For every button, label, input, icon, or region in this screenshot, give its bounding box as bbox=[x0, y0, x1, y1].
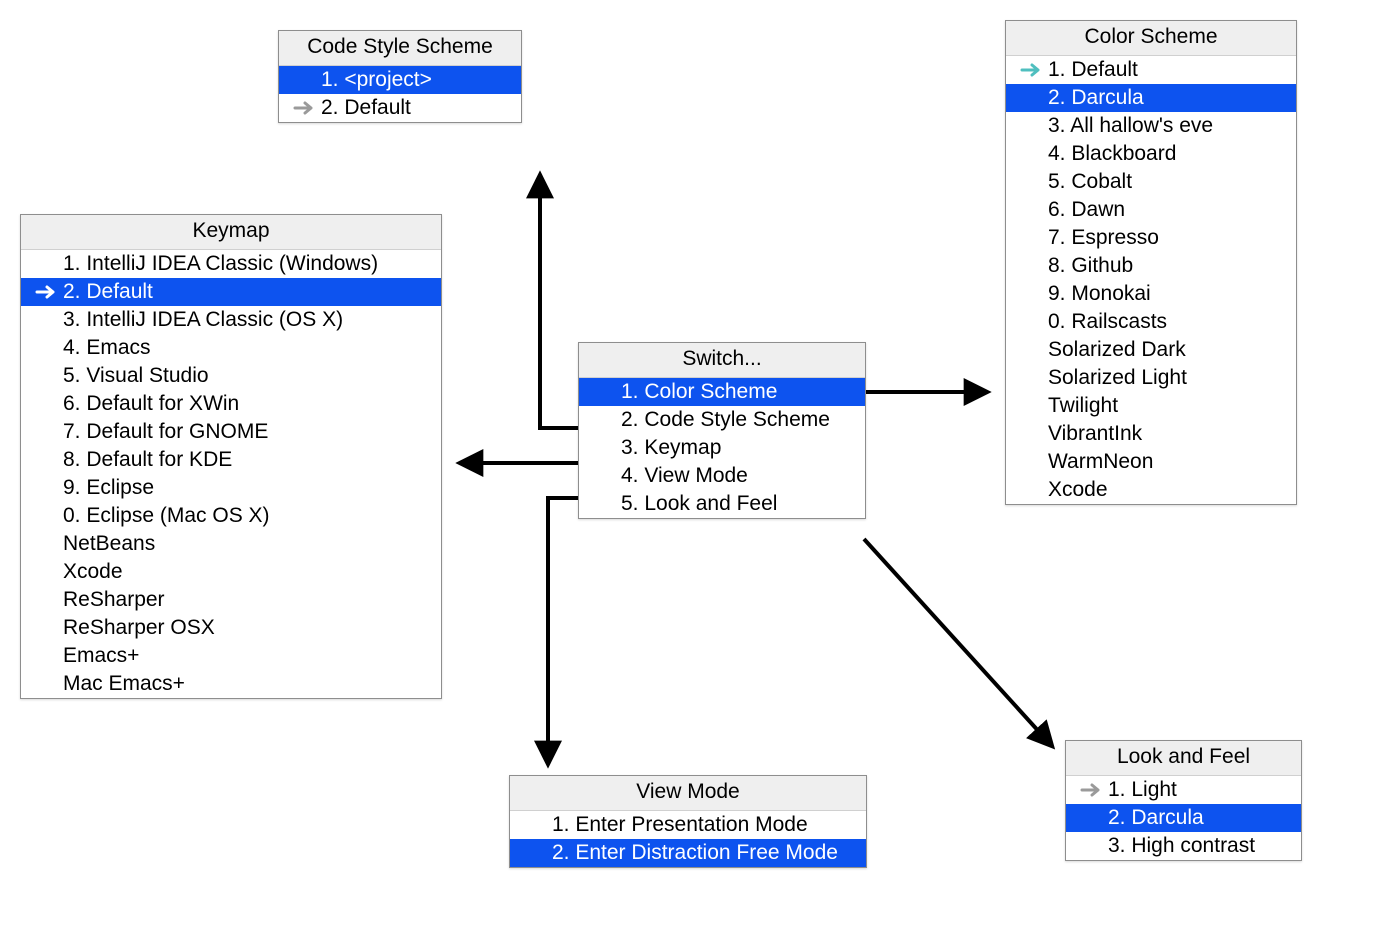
code-style-title: Code Style Scheme bbox=[279, 31, 521, 66]
keymap-item-emacs[interactable]: 4. Emacs bbox=[21, 334, 441, 362]
keymap-item-resharper-osx[interactable]: ReSharper OSX bbox=[21, 614, 441, 642]
code-style-item-default[interactable]: 2. Default bbox=[279, 94, 521, 122]
color-scheme-popup: Color Scheme 1. Default 2. Darcula 3. Al… bbox=[1005, 20, 1297, 505]
keymap-item-intellij-win[interactable]: 1. IntelliJ IDEA Classic (Windows) bbox=[21, 250, 441, 278]
switch-item-color-scheme[interactable]: 1. Color Scheme bbox=[579, 378, 865, 406]
look-item-light[interactable]: 1. Light bbox=[1066, 776, 1301, 804]
current-arrow-icon bbox=[1014, 62, 1048, 78]
color-item-xcode[interactable]: Xcode bbox=[1006, 476, 1296, 504]
keymap-item-default[interactable]: 2. Default bbox=[21, 278, 441, 306]
keymap-item-eclipse-mac[interactable]: 0. Eclipse (Mac OS X) bbox=[21, 502, 441, 530]
keymap-item-xcode[interactable]: Xcode bbox=[21, 558, 441, 586]
view-item-presentation[interactable]: 1. Enter Presentation Mode bbox=[510, 811, 866, 839]
switch-item-view-mode[interactable]: 4. View Mode bbox=[579, 462, 865, 490]
switch-item-look-and-feel[interactable]: 5. Look and Feel bbox=[579, 490, 865, 518]
color-item-solarized-dark[interactable]: Solarized Dark bbox=[1006, 336, 1296, 364]
keymap-title: Keymap bbox=[21, 215, 441, 250]
keymap-item-mac-emacs-plus[interactable]: Mac Emacs+ bbox=[21, 670, 441, 698]
code-style-popup: Code Style Scheme 1. <project> 2. Defaul… bbox=[278, 30, 522, 123]
color-item-dawn[interactable]: 6. Dawn bbox=[1006, 196, 1296, 224]
color-item-cobalt[interactable]: 5. Cobalt bbox=[1006, 168, 1296, 196]
current-arrow-icon bbox=[1074, 782, 1108, 798]
code-style-item-project[interactable]: 1. <project> bbox=[279, 66, 521, 94]
color-item-blackboard[interactable]: 4. Blackboard bbox=[1006, 140, 1296, 168]
switch-item-code-style[interactable]: 2. Code Style Scheme bbox=[579, 406, 865, 434]
keymap-item-kde[interactable]: 8. Default for KDE bbox=[21, 446, 441, 474]
color-item-warmneon[interactable]: WarmNeon bbox=[1006, 448, 1296, 476]
keymap-item-xwin[interactable]: 6. Default for XWin bbox=[21, 390, 441, 418]
look-item-darcula[interactable]: 2. Darcula bbox=[1066, 804, 1301, 832]
color-item-solarized-light[interactable]: Solarized Light bbox=[1006, 364, 1296, 392]
color-item-github[interactable]: 8. Github bbox=[1006, 252, 1296, 280]
switch-popup: Switch... 1. Color Scheme 2. Code Style … bbox=[578, 342, 866, 519]
color-item-monokai[interactable]: 9. Monokai bbox=[1006, 280, 1296, 308]
switch-item-keymap[interactable]: 3. Keymap bbox=[579, 434, 865, 462]
look-item-high-contrast[interactable]: 3. High contrast bbox=[1066, 832, 1301, 860]
color-item-all-hallows[interactable]: 3. All hallow's eve bbox=[1006, 112, 1296, 140]
color-scheme-title: Color Scheme bbox=[1006, 21, 1296, 56]
color-item-darcula[interactable]: 2. Darcula bbox=[1006, 84, 1296, 112]
current-arrow-icon bbox=[29, 284, 63, 300]
view-item-distraction-free[interactable]: 2. Enter Distraction Free Mode bbox=[510, 839, 866, 867]
keymap-item-gnome[interactable]: 7. Default for GNOME bbox=[21, 418, 441, 446]
look-and-feel-popup: Look and Feel 1. Light 2. Darcula 3. Hig… bbox=[1065, 740, 1302, 861]
look-feel-title: Look and Feel bbox=[1066, 741, 1301, 776]
keymap-item-emacs-plus[interactable]: Emacs+ bbox=[21, 642, 441, 670]
keymap-popup: Keymap 1. IntelliJ IDEA Classic (Windows… bbox=[20, 214, 442, 699]
color-item-default[interactable]: 1. Default bbox=[1006, 56, 1296, 84]
keymap-item-intellij-osx[interactable]: 3. IntelliJ IDEA Classic (OS X) bbox=[21, 306, 441, 334]
color-item-railscasts[interactable]: 0. Railscasts bbox=[1006, 308, 1296, 336]
view-mode-title: View Mode bbox=[510, 776, 866, 811]
view-mode-popup: View Mode 1. Enter Presentation Mode 2. … bbox=[509, 775, 867, 868]
color-item-vibrantink[interactable]: VibrantInk bbox=[1006, 420, 1296, 448]
keymap-item-eclipse[interactable]: 9. Eclipse bbox=[21, 474, 441, 502]
keymap-item-netbeans[interactable]: NetBeans bbox=[21, 530, 441, 558]
current-arrow-icon bbox=[287, 100, 321, 116]
color-item-espresso[interactable]: 7. Espresso bbox=[1006, 224, 1296, 252]
color-item-twilight[interactable]: Twilight bbox=[1006, 392, 1296, 420]
keymap-item-visual-studio[interactable]: 5. Visual Studio bbox=[21, 362, 441, 390]
switch-title: Switch... bbox=[579, 343, 865, 378]
keymap-item-resharper[interactable]: ReSharper bbox=[21, 586, 441, 614]
